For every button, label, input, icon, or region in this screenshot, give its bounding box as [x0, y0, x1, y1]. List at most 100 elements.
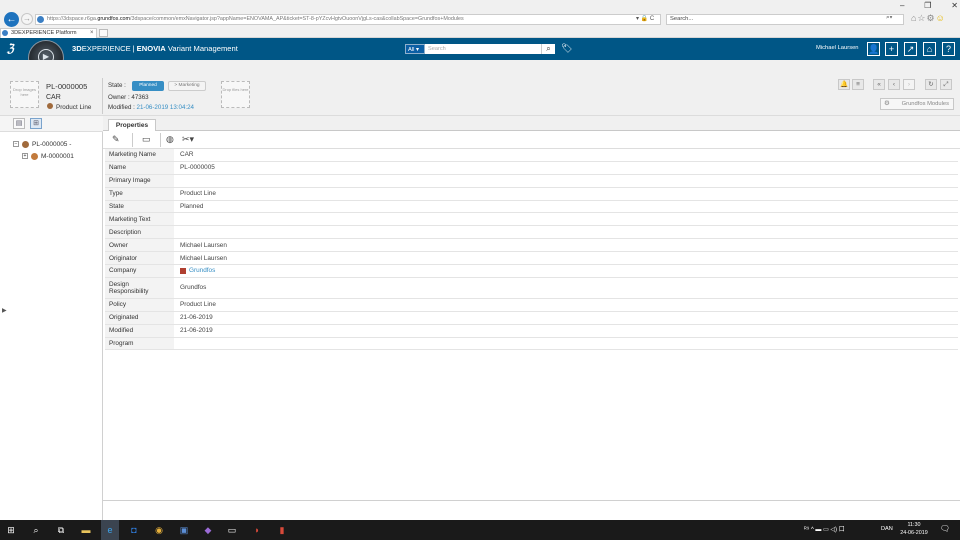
browser-tab[interactable]: 3DEXPERIENCE Platform: [0, 28, 97, 38]
product-line-icon: [22, 141, 29, 148]
task-view-icon[interactable]: ⧉: [52, 520, 70, 540]
outlook-icon[interactable]: ◘: [125, 520, 143, 540]
company-link[interactable]: Grundfos: [189, 267, 215, 274]
minimize-button[interactable]: –: [900, 1, 904, 10]
url-host: grundfos.com: [97, 16, 131, 22]
chrome-icon[interactable]: ◉: [150, 520, 168, 540]
windows-start-icon[interactable]: ⊞: [2, 520, 20, 540]
notification-center-icon[interactable]: 🗨: [939, 523, 951, 535]
tree-view-icon[interactable]: ⊞: [30, 118, 42, 129]
list-view-icon[interactable]: ▤: [13, 118, 25, 129]
first-icon[interactable]: «: [873, 79, 885, 90]
property-value[interactable]: Grundfos: [174, 267, 215, 274]
property-row: Design Responsibility Grundfos: [105, 277, 958, 299]
property-label: Design Responsibility: [105, 277, 174, 298]
property-value: Planned: [180, 203, 204, 210]
tree-item-child[interactable]: M-0000001: [41, 153, 74, 160]
collapse-icon[interactable]: −: [13, 141, 19, 147]
search-scope-select[interactable]: All ▾: [405, 44, 425, 54]
user-name[interactable]: Michael Laursen: [816, 45, 859, 51]
properties-toolbar: [103, 131, 960, 149]
property-row: Owner Michael Laursen: [105, 239, 958, 253]
object-title: CAR: [46, 94, 61, 101]
property-value: Grundfos: [180, 284, 207, 292]
drop-images-zone[interactable]: Drop Images here: [10, 81, 39, 108]
new-tab-button[interactable]: [99, 29, 108, 37]
globe-icon[interactable]: ◍: [166, 133, 174, 146]
modified-text: Modified : 21-06-2019 13:04:24: [108, 104, 194, 111]
panel-toggle-icon[interactable]: ▶: [2, 307, 7, 314]
user-icon[interactable]: 👤: [867, 42, 880, 56]
visual-studio-icon[interactable]: ◆: [199, 520, 217, 540]
terminal-icon[interactable]: ▭: [223, 520, 241, 540]
property-value: PL-0000005: [180, 164, 215, 172]
property-row: Marketing Name CAR: [105, 149, 958, 162]
tools-icon[interactable]: ✂▾: [182, 133, 194, 146]
next-icon[interactable]: ›: [903, 79, 915, 90]
notification-icon[interactable]: 🔔: [838, 79, 850, 90]
property-row: Description: [105, 226, 958, 240]
company-icon: [180, 267, 186, 274]
refresh-icon[interactable]: ↻: [925, 79, 937, 90]
address-controls[interactable]: ▾ 🔒 C: [636, 15, 654, 22]
window-controls: – ❐ ✕: [900, 1, 958, 10]
home-icon[interactable]: ⌂: [923, 42, 936, 56]
state-current-badge[interactable]: Planned: [132, 81, 164, 91]
browser-toolbar-icons[interactable]: ⌂☆⚙☺: [911, 13, 946, 24]
property-label: Marketing Text: [105, 213, 174, 226]
tab-close-icon[interactable]: ×: [90, 28, 94, 38]
forward-button[interactable]: →: [21, 13, 33, 25]
property-row: State Planned: [105, 200, 958, 214]
property-label: Modified: [105, 324, 174, 337]
state-next-button[interactable]: > Marketing: [168, 81, 206, 91]
search-icon[interactable]: ⌕▾: [886, 14, 892, 22]
help-icon[interactable]: ?: [942, 42, 955, 56]
tree-item-root[interactable]: PL-0000005 -: [32, 141, 71, 148]
feedback-icon[interactable]: ☺: [936, 13, 946, 23]
language-indicator[interactable]: DAN: [881, 526, 893, 532]
toolbar-divider: [132, 133, 133, 147]
property-label: Marketing Name: [105, 149, 174, 161]
app-red-icon[interactable]: ◗: [248, 520, 266, 540]
edit-icon[interactable]: ✎: [112, 133, 120, 146]
brand-3d: 3D: [72, 44, 82, 53]
share-icon[interactable]: ↗: [904, 42, 917, 56]
property-label: Primary Image: [105, 174, 174, 187]
footer-divider: [103, 500, 960, 501]
app-icon[interactable]: ▣: [175, 520, 193, 540]
powerpoint-icon[interactable]: ▮: [273, 520, 291, 540]
property-row: Policy Product Line: [105, 298, 958, 312]
add-icon[interactable]: +: [885, 42, 898, 56]
header-divider: [102, 78, 103, 114]
system-tray[interactable]: ᴿ⁹ ^ ▬ ▭ ◁) 口: [804, 524, 845, 533]
expand-icon[interactable]: ⤢: [940, 79, 952, 90]
search-icon[interactable]: ⌕: [541, 44, 555, 54]
property-label: Type: [105, 187, 174, 200]
previous-icon[interactable]: ‹: [888, 79, 900, 90]
drop-files-zone[interactable]: Drop files here: [221, 81, 250, 108]
back-button[interactable]: ←: [4, 12, 19, 27]
menu-icon[interactable]: ≡: [852, 79, 864, 90]
home-favorites-settings-icon[interactable]: ⌂☆⚙: [911, 13, 936, 23]
close-button[interactable]: ✕: [951, 1, 958, 10]
expand-icon[interactable]: +: [22, 153, 28, 159]
property-row: Program: [105, 337, 958, 351]
property-row: Company Grundfos: [105, 265, 958, 278]
tag-icon[interactable]: 🏷: [561, 43, 572, 54]
new-window-icon[interactable]: ▭: [142, 133, 151, 146]
property-label: Program: [105, 337, 174, 350]
site-icon: [37, 16, 44, 23]
structure-panel: [0, 116, 103, 520]
owner-text: Owner : 47363: [108, 94, 149, 101]
clock[interactable]: 11:30 24-06-2019: [896, 521, 932, 537]
state-label: State :: [108, 82, 126, 89]
internet-explorer-icon[interactable]: e: [101, 520, 119, 540]
search-icon[interactable]: ⌕: [27, 520, 45, 540]
browser-search-input[interactable]: Search...: [666, 14, 904, 25]
file-explorer-icon[interactable]: ▬: [77, 520, 95, 540]
property-row: Name PL-0000005: [105, 161, 958, 175]
restore-button[interactable]: ❐: [924, 1, 931, 10]
address-bar[interactable]: https://3dspace.r6ga.grundfos.com/3dspac…: [35, 14, 661, 25]
modified-value: 21-06-2019 13:04:24: [136, 104, 195, 111]
app-search-input[interactable]: Search: [425, 44, 541, 54]
